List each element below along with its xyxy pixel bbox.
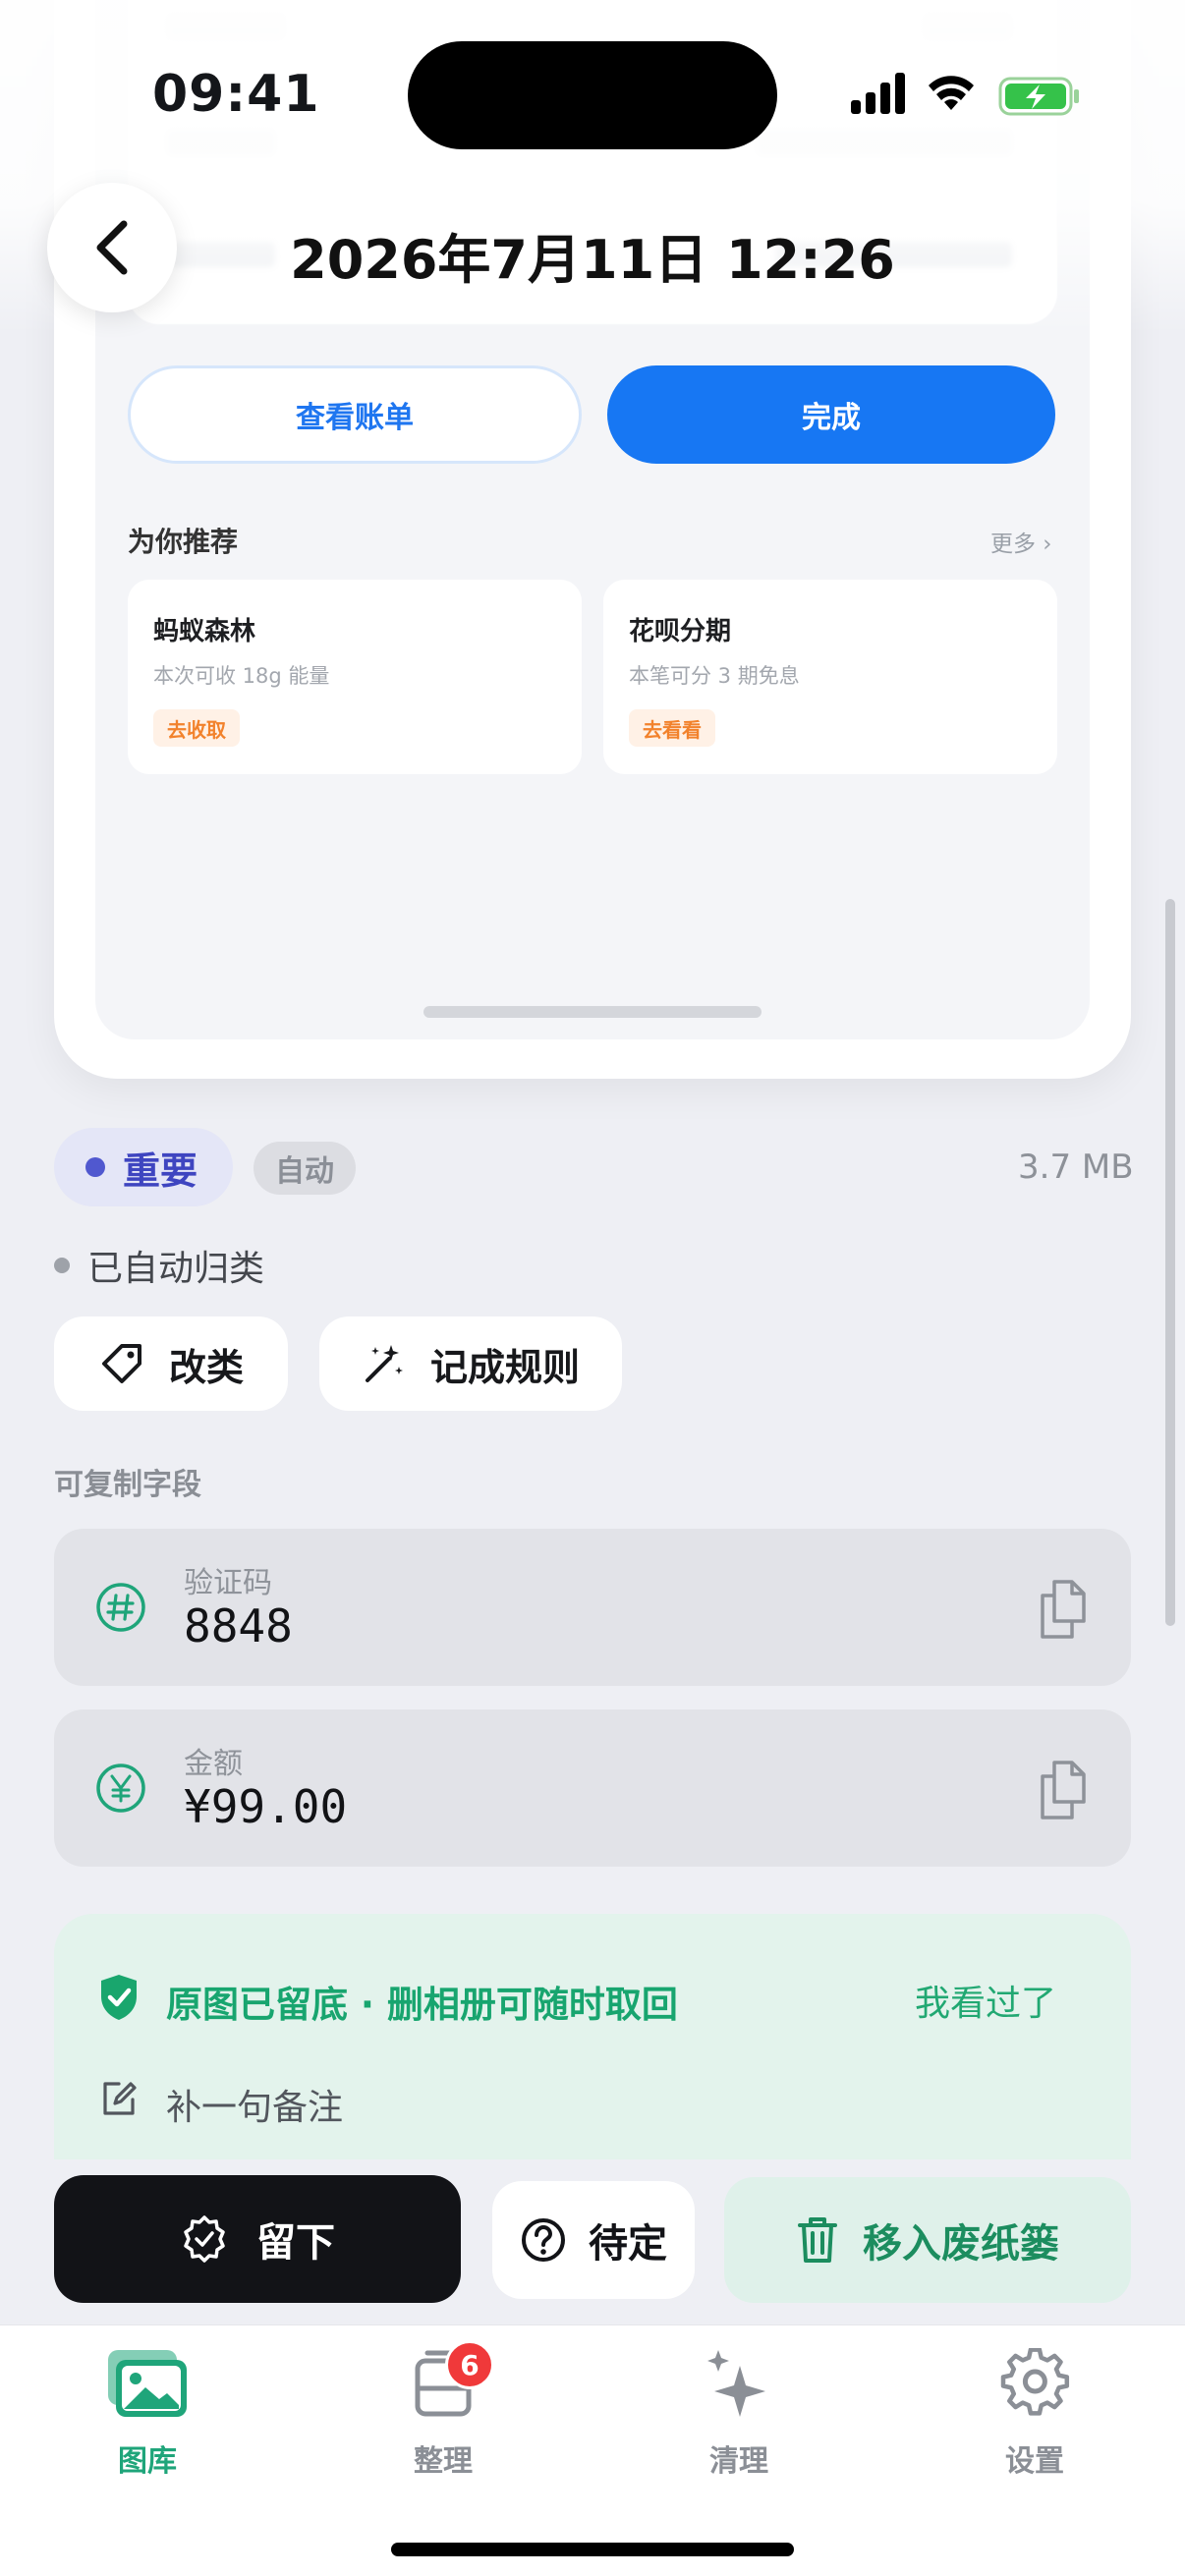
tab-organize[interactable]: 6 整理 xyxy=(345,2340,541,2480)
auto-classified-status: 已自动归类 xyxy=(54,1240,264,1291)
tab-label: 整理 xyxy=(414,2444,473,2479)
copyable-fields-title: 可复制字段 xyxy=(54,1468,201,1502)
category-dot xyxy=(85,1157,105,1177)
tab-clean[interactable]: 清理 xyxy=(641,2342,837,2480)
battery-charging-icon xyxy=(998,77,1079,116)
tag-icon xyxy=(101,1344,141,1383)
yen-icon xyxy=(96,1764,145,1813)
field-value: 8848 xyxy=(184,1599,293,1652)
dynamic-island xyxy=(408,41,777,149)
field-value: ¥99.00 xyxy=(184,1780,348,1833)
recommend-card-title: 蚂蚁森林 xyxy=(153,617,256,646)
recommend-card-tag: 去收取 xyxy=(153,709,240,747)
preview-view-bill-button: 查看账单 xyxy=(128,365,582,464)
category-tag-important[interactable]: 重要 xyxy=(54,1128,234,1206)
tab-gallery[interactable]: 图库 xyxy=(49,2342,246,2480)
gallery-icon xyxy=(108,2350,187,2417)
preview-recommend-title: 为你推荐 xyxy=(128,526,239,558)
preview-recommend-card: 花呗分期 本笔可分 3 期免息 去看看 xyxy=(603,580,1057,774)
tab-label: 设置 xyxy=(1005,2444,1064,2479)
category-label: 重要 xyxy=(123,1148,198,1193)
chevron-left-icon xyxy=(96,220,128,275)
shield-check-icon xyxy=(101,1975,137,2020)
status-dot xyxy=(54,1258,70,1273)
keep-button[interactable]: 留下 xyxy=(54,2175,461,2303)
reclassify-label: 改类 xyxy=(168,1345,244,1389)
badge-check-icon xyxy=(184,2215,225,2263)
gear-icon xyxy=(1000,2348,1070,2416)
notification-badge: 6 xyxy=(445,2340,494,2389)
hash-icon xyxy=(96,1583,145,1632)
recommend-card-title: 花呗分期 xyxy=(629,617,732,646)
keep-label: 留下 xyxy=(256,2220,335,2266)
recommend-card-tag: 去看看 xyxy=(629,709,715,747)
pending-button[interactable]: 待定 xyxy=(492,2181,695,2299)
dismiss-notice-button[interactable]: 我看过了 xyxy=(915,1975,1056,2026)
auto-classified-label: 已自动归类 xyxy=(87,1249,265,1289)
field-key: 验证码 xyxy=(184,1566,272,1600)
field-key: 金额 xyxy=(184,1747,243,1781)
tab-settings[interactable]: 设置 xyxy=(936,2342,1133,2480)
question-circle-icon xyxy=(522,2218,565,2262)
file-size: 3.7 MB xyxy=(1018,1148,1134,1187)
cellular-signal-icon xyxy=(851,73,905,114)
copy-field-amount[interactable]: 金额 ¥99.00 xyxy=(54,1709,1131,1867)
move-to-trash-button[interactable]: 移入废纸篓 xyxy=(724,2177,1131,2303)
tab-label: 清理 xyxy=(709,2444,768,2479)
home-indicator xyxy=(391,2543,794,2556)
preview-home-indicator xyxy=(423,1006,762,1018)
back-button[interactable] xyxy=(47,183,177,312)
copy-icon[interactable] xyxy=(1035,1578,1094,1641)
scrollbar[interactable] xyxy=(1165,899,1175,1626)
pending-label: 待定 xyxy=(589,2221,667,2267)
copy-icon[interactable] xyxy=(1035,1759,1094,1821)
wifi-icon xyxy=(929,76,974,110)
recommend-card-subtitle: 本次可收 18g 能量 xyxy=(153,664,330,688)
backup-notice-message: 原图已留底 · 删相册可随时取回 xyxy=(166,1984,678,2026)
make-rule-button[interactable]: 记成规则 xyxy=(319,1316,622,1411)
auto-badge: 自动 xyxy=(254,1142,356,1195)
backup-notice-card: 原图已留底 · 删相册可随时取回 我看过了 补一句备注 xyxy=(54,1914,1131,2159)
preview-done-button: 完成 xyxy=(607,365,1055,464)
tab-label: 图库 xyxy=(118,2444,177,2479)
move-to-trash-label: 移入废纸篓 xyxy=(863,2221,1059,2267)
make-rule-label: 记成规则 xyxy=(429,1345,580,1389)
sparkle-icon xyxy=(707,2350,765,2417)
edit-note-icon xyxy=(103,2082,137,2115)
preview-more-link: 更多 › xyxy=(990,532,1052,557)
status-time: 09:41 xyxy=(152,65,320,124)
copy-field-verification-code[interactable]: 验证码 8848 xyxy=(54,1529,1131,1686)
recommend-card-subtitle: 本笔可分 3 期免息 xyxy=(629,664,800,688)
preview-recommend-card: 蚂蚁森林 本次可收 18g 能量 去收取 xyxy=(128,580,582,774)
magic-wand-icon xyxy=(365,1345,403,1382)
page-title: 2026年7月11日 12:26 xyxy=(290,229,895,291)
add-note-button[interactable]: 补一句备注 xyxy=(166,2079,343,2130)
reclassify-button[interactable]: 改类 xyxy=(54,1316,288,1411)
trash-icon xyxy=(798,2217,837,2263)
